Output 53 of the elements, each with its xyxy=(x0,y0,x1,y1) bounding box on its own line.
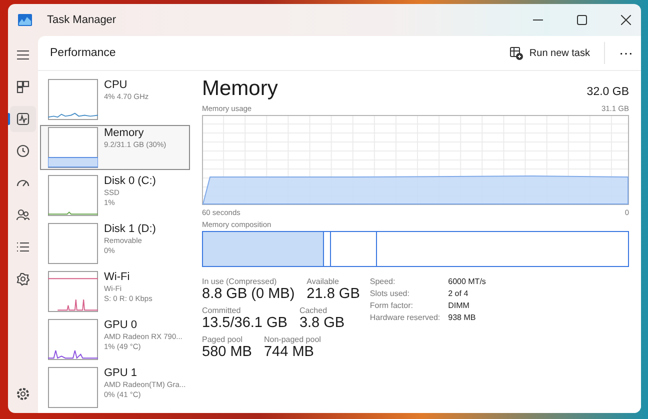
resource-name: Disk 0 (C:) xyxy=(104,175,156,188)
property-label: Slots used: xyxy=(370,289,410,298)
property-value: 938 MB xyxy=(448,313,477,322)
stat-label: Paged pool xyxy=(202,335,244,344)
property-label: Form factor: xyxy=(370,301,414,310)
processes-icon xyxy=(16,80,30,94)
history-icon xyxy=(16,144,30,158)
total-capacity: 32.0 GB xyxy=(586,86,629,98)
property-label: Speed: xyxy=(370,277,396,286)
usage-thumbnail xyxy=(48,175,98,216)
resource-name: Memory xyxy=(104,127,145,140)
nav-performance-button[interactable] xyxy=(10,106,36,132)
resource-name: GPU 1 xyxy=(104,367,138,380)
stat-label: Committed xyxy=(202,306,242,315)
users-icon xyxy=(16,208,30,222)
resource-name: CPU xyxy=(104,79,128,92)
page-title: Performance xyxy=(50,47,116,59)
run-new-task-button[interactable]: Run new task xyxy=(504,42,596,64)
property-label: Hardware reserved: xyxy=(370,313,440,322)
property-value: 6000 MT/s xyxy=(448,277,486,286)
maximize-icon[interactable] xyxy=(577,15,587,25)
stat-value: 744 MB xyxy=(264,344,315,360)
stat-label: Non-paged pool xyxy=(264,335,321,344)
stat-value: 21.8 GB xyxy=(306,286,360,302)
window-title: Task Manager xyxy=(47,14,116,26)
usage-thumbnail xyxy=(48,319,98,360)
usage-thumbnail xyxy=(48,79,98,120)
usage-thumbnail xyxy=(48,271,98,312)
settings-icon xyxy=(16,387,30,401)
stat-value: 3.8 GB xyxy=(299,315,345,331)
new-task-icon xyxy=(510,46,524,60)
menu-icon xyxy=(16,48,30,62)
stat-label: Cached xyxy=(299,306,328,315)
more-options-button[interactable]: ⋯ xyxy=(611,45,641,61)
services-icon xyxy=(16,272,30,286)
close-icon[interactable] xyxy=(621,15,631,25)
usage-thumbnail xyxy=(48,367,98,408)
stat-label: Available xyxy=(306,277,340,286)
stat-value: 13.5/36.1 GB xyxy=(202,315,288,331)
property-value: 2 of 4 xyxy=(448,289,470,298)
resource-name: Disk 1 (D:) xyxy=(104,223,156,236)
stat-value: 580 MB xyxy=(202,344,252,360)
resource-title: Memory xyxy=(202,77,278,101)
usage-thumbnail xyxy=(48,223,98,264)
stat-label: In use (Compressed) xyxy=(202,277,278,286)
resource-name: Wi-Fi xyxy=(104,271,131,284)
performance-icon xyxy=(16,112,30,126)
app-icon xyxy=(18,14,32,26)
usage-thumbnail xyxy=(48,127,98,168)
details-icon xyxy=(16,240,30,254)
stat-value: 8.8 GB (0 MB) xyxy=(202,286,295,302)
property-value: DIMM xyxy=(448,301,470,310)
resource-name: GPU 0 xyxy=(104,319,138,332)
